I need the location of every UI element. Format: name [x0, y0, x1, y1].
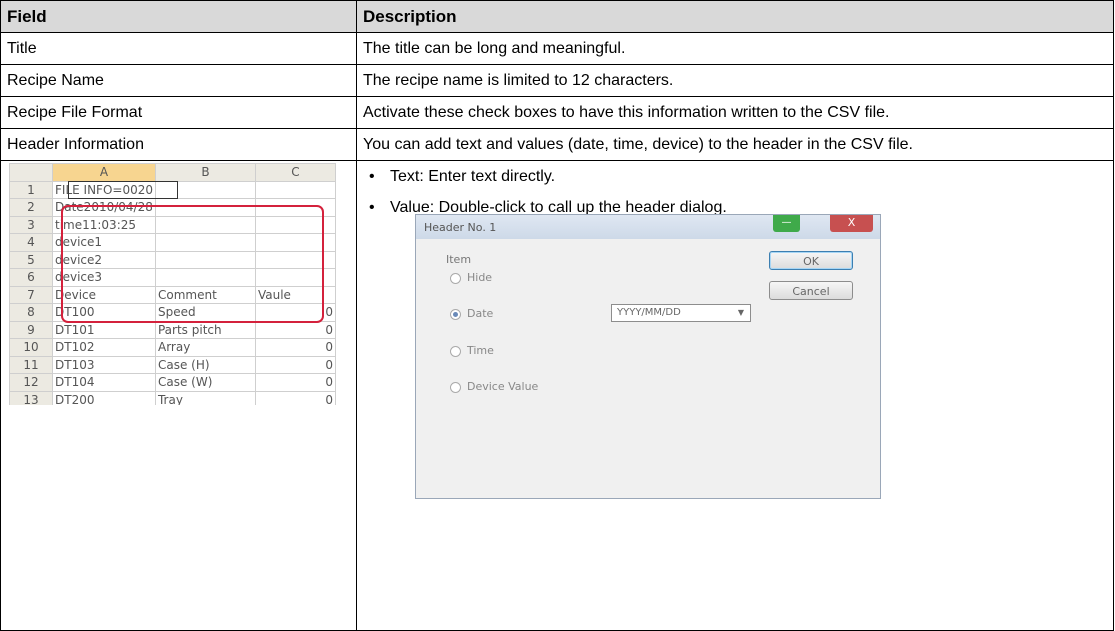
- row-number[interactable]: 5: [9, 250, 53, 269]
- radio-label: Device Value: [467, 380, 539, 393]
- description-table: Field Description Title The title can be…: [0, 0, 1114, 631]
- minimize-icon[interactable]: —: [773, 215, 800, 232]
- active-cell: [68, 181, 178, 199]
- spreadsheet-row: 12 DT104 Case (W) 0: [9, 373, 336, 392]
- column-header[interactable]: C: [254, 163, 336, 182]
- spreadsheet-cell[interactable]: [254, 180, 336, 199]
- row-description: The recipe name is limited to 12 charact…: [356, 64, 1114, 97]
- dialog-titlebar: Header No. 1 — X: [416, 215, 880, 239]
- date-format-select[interactable]: YYYY/MM/DD ▼: [611, 304, 751, 322]
- radio-date[interactable]: Date: [450, 307, 493, 320]
- bullet-item: Text: Enter text directly.: [367, 164, 727, 195]
- spreadsheet-screenshot: A B C 1 FILE INFO=0020 2 Date2010/04/28 3 time11…: [9, 163, 349, 405]
- close-icon[interactable]: X: [830, 215, 873, 232]
- chevron-down-icon: ▼: [737, 308, 744, 317]
- spreadsheet-cell[interactable]: Array: [154, 338, 256, 357]
- row-field: Title: [0, 32, 357, 65]
- spreadsheet-cell[interactable]: DT200: [52, 390, 156, 405]
- selection-highlight: [61, 205, 324, 323]
- radio-icon: [450, 272, 461, 284]
- row-number[interactable]: 7: [9, 285, 53, 304]
- ok-button[interactable]: OK: [769, 251, 853, 270]
- table-row: Recipe File Format Activate these check …: [0, 96, 1114, 129]
- row-description: You can add text and values (date, time,…: [356, 128, 1114, 161]
- spreadsheet-cell[interactable]: Tray: [154, 390, 256, 405]
- radio-icon: [450, 345, 461, 357]
- radio-label: Hide: [467, 271, 493, 284]
- table-header-row: Field Description: [0, 0, 1114, 33]
- radio-label: Date: [467, 307, 494, 320]
- column-header[interactable]: A: [52, 163, 156, 182]
- date-format-value: YYYY/MM/DD: [617, 307, 681, 318]
- spreadsheet-cell[interactable]: DT101: [52, 320, 156, 339]
- row-number[interactable]: 8: [9, 303, 53, 322]
- column-header[interactable]: [9, 163, 53, 182]
- spreadsheet-cell[interactable]: Case (W): [154, 373, 256, 392]
- row-number[interactable]: 6: [9, 268, 53, 287]
- table-row-figures: A B C 1 FILE INFO=0020 2 Date2010/04/28 3 time11…: [0, 160, 1114, 631]
- spreadsheet-cell[interactable]: 0: [254, 390, 336, 405]
- spreadsheet-row: 10 DT102 Array 0: [9, 338, 336, 357]
- spreadsheet-header-row: ABC: [9, 163, 336, 182]
- radio-selected-icon: [450, 308, 461, 320]
- radio-time[interactable]: Time: [450, 344, 494, 357]
- row-number[interactable]: 10: [9, 338, 53, 357]
- header-description: Description: [356, 0, 1114, 33]
- row-number[interactable]: 2: [9, 198, 53, 217]
- radio-device-value[interactable]: Device Value: [450, 380, 538, 393]
- row-field: Recipe Name: [0, 64, 357, 97]
- spreadsheet-cell[interactable]: 0: [254, 355, 336, 374]
- spreadsheet-cell[interactable]: DT102: [52, 338, 156, 357]
- spreadsheet-cell: A B C 1 FILE INFO=0020 2 Date2010/04/28 3 time11…: [0, 160, 357, 631]
- row-number[interactable]: 11: [9, 355, 53, 374]
- row-number[interactable]: 3: [9, 215, 53, 234]
- row-number[interactable]: 12: [9, 373, 53, 392]
- row-number[interactable]: 13: [9, 390, 53, 405]
- table-row: Title The title can be long and meaningf…: [0, 32, 1114, 65]
- spreadsheet-cell[interactable]: DT103: [52, 355, 156, 374]
- dialog-title: Header No. 1: [424, 221, 497, 234]
- item-label: Item: [446, 253, 472, 266]
- row-field: Recipe File Format: [0, 96, 357, 129]
- header-field: Field: [0, 0, 357, 33]
- radio-label: Time: [467, 344, 494, 357]
- spreadsheet-cell[interactable]: 0: [254, 320, 336, 339]
- spreadsheet-row: 11 DT103 Case (H) 0: [9, 355, 336, 374]
- row-description: Activate these check boxes to have this …: [356, 96, 1114, 129]
- spreadsheet-cell[interactable]: 0: [254, 338, 336, 357]
- spreadsheet-cell[interactable]: Case (H): [154, 355, 256, 374]
- row-number[interactable]: 9: [9, 320, 53, 339]
- row-description: The title can be long and meaningful.: [356, 32, 1114, 65]
- spreadsheet-cell[interactable]: Parts pitch: [154, 320, 256, 339]
- table-row: Header Information You can add text and …: [0, 128, 1114, 161]
- row-number[interactable]: 1: [9, 180, 53, 199]
- radio-icon: [450, 381, 461, 393]
- spreadsheet-row: 9 DT101 Parts pitch 0: [9, 320, 336, 339]
- spreadsheet-cell[interactable]: 0: [254, 373, 336, 392]
- header-dialog: Header No. 1 — X Item Hide Date Time Dev…: [415, 214, 881, 499]
- row-field: Header Information: [0, 128, 357, 161]
- spreadsheet-cell[interactable]: DT104: [52, 373, 156, 392]
- spreadsheet-row: 13 DT200 Tray 0: [9, 390, 336, 405]
- column-header[interactable]: B: [154, 163, 256, 182]
- dialog-cell: Text: Enter text directly. Value: Double…: [356, 160, 1114, 631]
- cancel-button[interactable]: Cancel: [769, 281, 853, 300]
- radio-hide[interactable]: Hide: [450, 271, 492, 284]
- table-row: Recipe Name The recipe name is limited t…: [0, 64, 1114, 97]
- row-number[interactable]: 4: [9, 233, 53, 252]
